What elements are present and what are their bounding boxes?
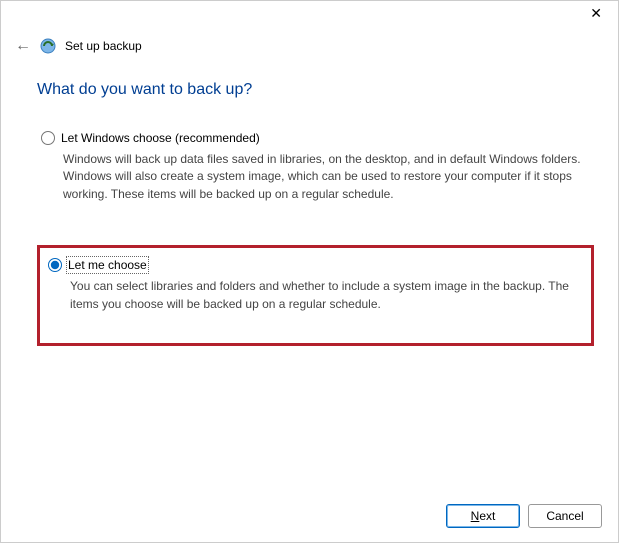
close-icon[interactable]: ✕ [586, 5, 606, 22]
cancel-button[interactable]: Cancel [528, 504, 602, 528]
option-custom-label: Let me choose [68, 258, 147, 272]
radio-recommended[interactable] [41, 131, 55, 145]
next-button[interactable]: Next [446, 504, 520, 528]
radio-custom[interactable] [48, 258, 62, 272]
option-custom-description: You can select libraries and folders and… [70, 278, 583, 313]
option-recommended[interactable]: Let Windows choose (recommended) Windows… [37, 125, 594, 213]
back-arrow-icon[interactable]: ← [15, 37, 31, 55]
option-recommended-description: Windows will back up data files saved in… [63, 151, 590, 203]
window-title: Set up backup [65, 39, 142, 53]
backup-icon [39, 37, 57, 55]
option-custom[interactable]: Let me choose You can select libraries a… [37, 245, 594, 346]
option-recommended-label: Let Windows choose (recommended) [61, 131, 260, 145]
page-heading: What do you want to back up? [37, 81, 594, 99]
